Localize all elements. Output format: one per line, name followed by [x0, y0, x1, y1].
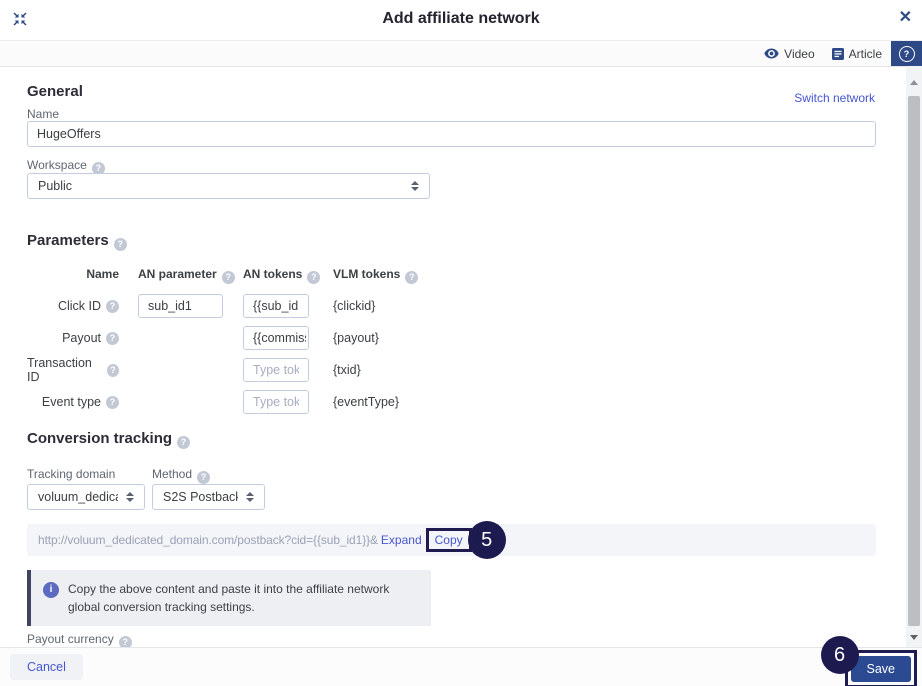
help-icon[interactable]: ? [222, 271, 235, 284]
vertical-scrollbar[interactable] [906, 66, 922, 648]
cancel-button[interactable]: Cancel [10, 654, 83, 680]
scroll-up-arrow-icon[interactable] [910, 80, 918, 85]
column-header-vlm-tokens-text: VLM tokens [333, 267, 400, 281]
click-id-vlm-token: {clickid} [333, 294, 375, 318]
info-icon: i [43, 582, 59, 598]
event-type-vlm-token: {eventType} [333, 390, 399, 414]
sort-arrows-icon [126, 492, 134, 502]
transaction-id-an-token-input[interactable] [243, 358, 309, 382]
help-button[interactable]: ? [891, 41, 922, 66]
article-link-label: Article [849, 47, 882, 61]
column-header-an-tokens: AN tokens? [243, 267, 320, 284]
help-toolbar: Video Article ? [0, 41, 922, 67]
method-label: Method? [152, 467, 210, 484]
conversion-tracking-heading: Conversion tracking? [27, 430, 190, 449]
copy-link[interactable]: Copy [435, 533, 463, 547]
row-label-transaction-id: Transaction ID? [27, 358, 119, 382]
conversion-tracking-heading-text: Conversion tracking [27, 430, 172, 447]
parameters-heading-text: Parameters [27, 232, 109, 249]
circled-question-icon: ? [899, 46, 915, 62]
eye-icon [764, 48, 779, 59]
video-link-label: Video [784, 47, 814, 61]
general-heading: General [27, 83, 83, 100]
help-links: Video Article [764, 41, 882, 66]
row-label-click-id: Click ID? [27, 294, 119, 318]
method-select[interactable]: S2S Postback U... [152, 484, 265, 510]
workspace-selected-value: Public [38, 179, 72, 193]
method-selected-value: S2S Postback U... [163, 490, 238, 504]
method-label-text: Method [152, 467, 192, 481]
column-header-vlm-tokens: VLM tokens? [333, 267, 418, 284]
help-icon[interactable]: ? [114, 238, 127, 251]
payout-an-token-input[interactable] [243, 326, 309, 350]
name-label: Name [27, 107, 59, 121]
help-icon[interactable]: ? [177, 436, 190, 449]
dialog-title: Add affiliate network [0, 10, 922, 28]
dialog-footer: Cancel Save 6 [0, 647, 922, 686]
tracking-domain-select[interactable]: voluum_dedicat... [27, 484, 145, 510]
scrollbar-thumb[interactable] [908, 96, 920, 626]
column-header-an-parameter: AN parameter? [138, 267, 235, 284]
event-type-an-token-input[interactable] [243, 390, 309, 414]
annotation-step-badge-5: 5 [468, 521, 506, 559]
row-label-payout: Payout? [27, 326, 119, 350]
click-id-an-parameter-input[interactable] [138, 294, 223, 318]
save-button[interactable]: Save [851, 656, 912, 682]
postback-url-box: http://voluum_dedicated_domain.com/postb… [27, 524, 876, 556]
switch-network-link[interactable]: Switch network [794, 91, 875, 105]
workspace-label-text: Workspace [27, 158, 87, 172]
column-header-an-tokens-text: AN tokens [243, 267, 302, 281]
save-annotation-outline: Save 6 [845, 650, 918, 686]
article-icon [832, 48, 844, 60]
add-affiliate-network-dialog: Add affiliate network ✕ Video Article ? … [0, 0, 922, 686]
tracking-domain-selected-value: voluum_dedicat... [38, 490, 118, 504]
info-text: Copy the above content and paste it into… [68, 580, 400, 616]
help-icon[interactable]: ? [106, 332, 119, 345]
payout-vlm-token: {payout} [333, 326, 379, 350]
row-label-text: Event type [42, 395, 101, 409]
info-box: i Copy the above content and paste it in… [27, 570, 431, 626]
transaction-id-vlm-token: {txid} [333, 358, 361, 382]
copy-annotation-outline: Copy 5 [426, 528, 472, 552]
help-icon[interactable]: ? [307, 271, 320, 284]
row-label-text: Payout [62, 331, 101, 345]
name-input[interactable] [27, 121, 876, 147]
dialog-header: Add affiliate network ✕ [0, 0, 922, 41]
help-icon[interactable]: ? [197, 471, 210, 484]
column-header-an-parameter-text: AN parameter [138, 267, 217, 281]
help-icon[interactable]: ? [106, 300, 119, 313]
sort-arrows-icon [246, 492, 254, 502]
row-label-text: Click ID [58, 299, 101, 313]
tracking-domain-label: Tracking domain [27, 467, 115, 481]
help-icon[interactable]: ? [106, 396, 119, 409]
annotation-step-badge-6: 6 [821, 636, 859, 674]
help-icon[interactable]: ? [405, 271, 418, 284]
postback-url-text: http://voluum_dedicated_domain.com/postb… [38, 533, 378, 547]
click-id-an-token-input[interactable] [243, 294, 309, 318]
column-header-name: Name [27, 267, 119, 281]
row-label-text: Transaction ID [27, 356, 102, 384]
sort-arrows-icon [411, 181, 419, 191]
article-link[interactable]: Article [832, 47, 882, 61]
close-icon[interactable]: ✕ [899, 8, 912, 28]
help-icon[interactable]: ? [107, 364, 119, 377]
scroll-down-arrow-icon[interactable] [910, 635, 918, 640]
workspace-select[interactable]: Public [27, 173, 430, 199]
parameters-heading: Parameters? [27, 232, 127, 251]
expand-link[interactable]: Expand [381, 533, 422, 547]
row-label-event-type: Event type? [27, 390, 119, 414]
payout-currency-label-text: Payout currency [27, 632, 114, 646]
video-link[interactable]: Video [764, 47, 814, 61]
